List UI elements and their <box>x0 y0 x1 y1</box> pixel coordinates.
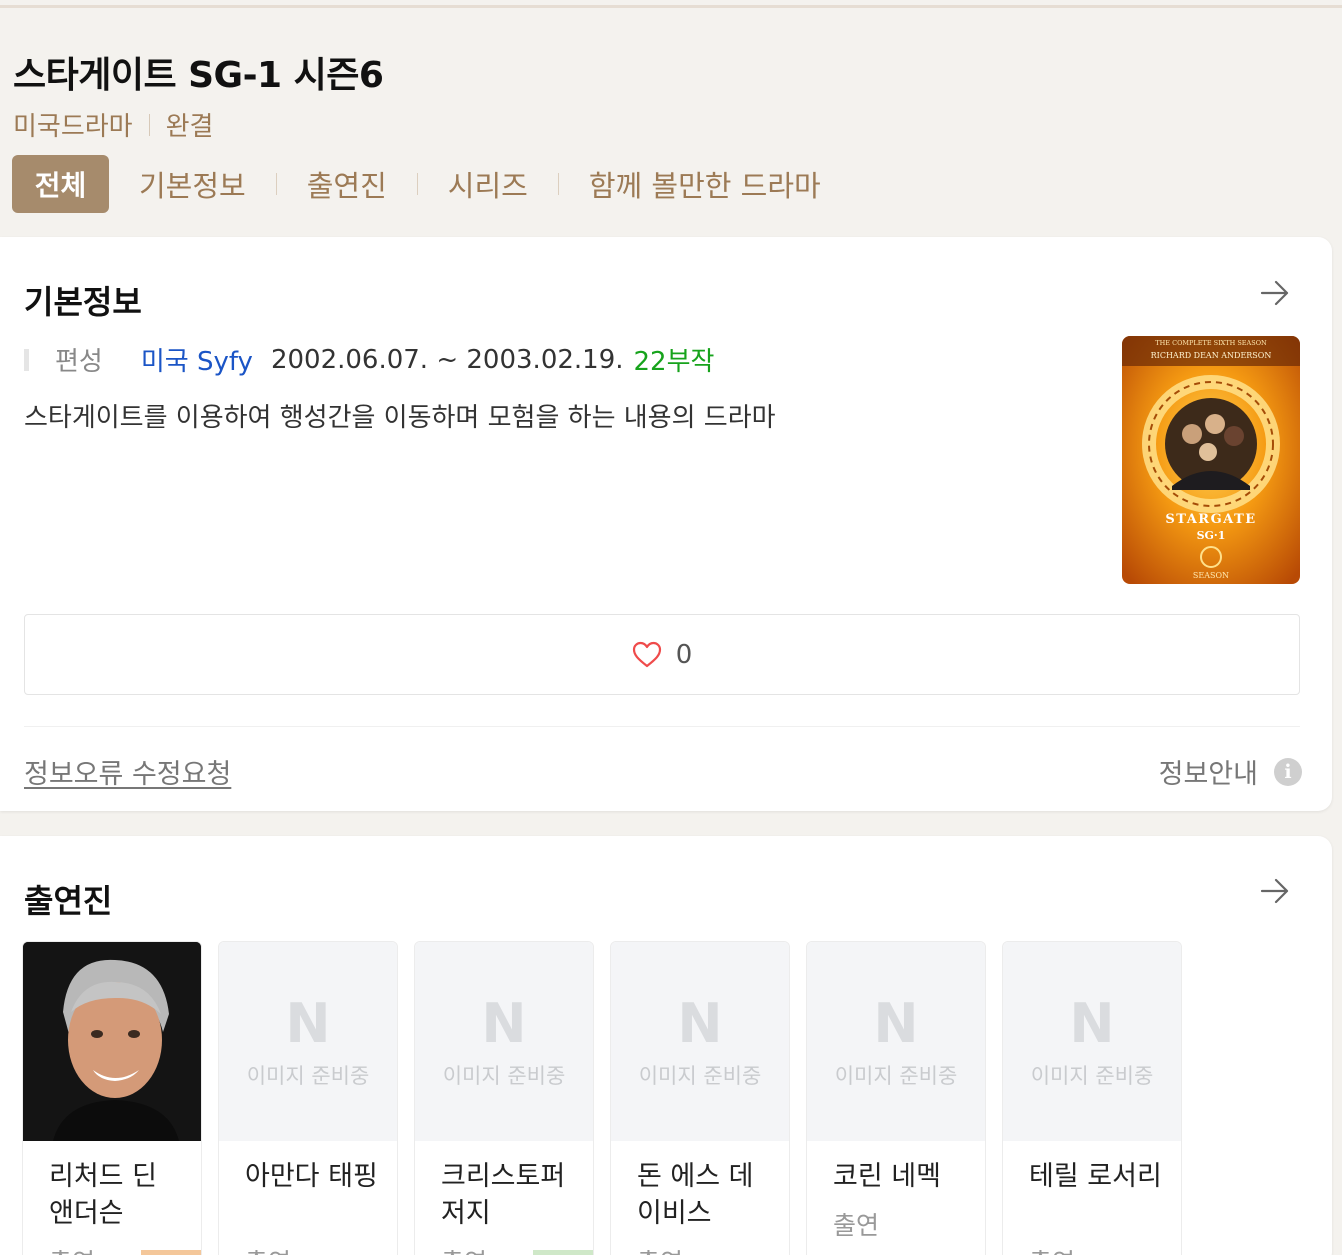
cast-accent-bar <box>141 1250 201 1255</box>
like-count: 0 <box>675 639 693 670</box>
basic-info-title: 기본정보 <box>24 283 142 321</box>
image-preparing-text: 이미지 준비중 <box>1030 1064 1154 1088</box>
schedule-bar <box>24 348 29 371</box>
info-icon: i <box>1274 757 1302 786</box>
top-border <box>0 5 1342 8</box>
poster-bottom-text: SEASON <box>1193 571 1229 580</box>
tab-cast[interactable]: 출연진 <box>307 163 387 205</box>
heart-icon <box>632 641 661 667</box>
sub-info-divider <box>148 113 150 136</box>
cast-name: 리처드 딘 앤더슨 <box>49 1161 157 1229</box>
cast-photo-placeholder: N 이미지 준비중 <box>807 942 985 1141</box>
genre-link[interactable]: 미국드라마 <box>13 106 133 143</box>
cast-photo <box>23 942 201 1141</box>
cast-photo-placeholder: N 이미지 준비중 <box>1003 942 1181 1141</box>
cast-role: 출연 <box>637 1243 683 1255</box>
cast-photo-placeholder: N 이미지 준비중 <box>415 942 593 1141</box>
cast-name: 아만다 태핑 <box>245 1161 378 1192</box>
cast-item[interactable]: N 이미지 준비중 코린 네멕 출연 <box>806 941 986 1255</box>
image-preparing-text: 이미지 준비중 <box>442 1064 566 1088</box>
cast-item[interactable]: N 이미지 준비중 크리스토퍼 저지 출연 <box>414 941 594 1255</box>
tab-divider <box>557 173 559 195</box>
cast-photo-placeholder: N 이미지 준비중 <box>611 942 789 1141</box>
image-preparing-text: 이미지 준비중 <box>834 1064 958 1088</box>
like-button[interactable]: 0 <box>24 614 1300 695</box>
cast-name: 크리스토퍼 저지 <box>441 1161 566 1229</box>
broadcast-period: 2002.06.07. ~ 2003.02.19. <box>270 344 624 375</box>
tab-divider <box>275 173 277 195</box>
cast-name: 테릴 로서리 <box>1029 1161 1162 1192</box>
cast-role: 출연 <box>49 1243 95 1255</box>
cast-role: 출연 <box>1029 1243 1075 1255</box>
cast-name: 돈 에스 데이비스 <box>637 1161 754 1229</box>
drama-description: 스타게이트를 이용하여 행성간을 이동하며 모험을 하는 내용의 드라마 <box>24 403 776 433</box>
poster-logo: STARGATE <box>1165 512 1256 527</box>
image-preparing-text: 이미지 준비중 <box>246 1064 370 1088</box>
tab-basic-info[interactable]: 기본정보 <box>139 163 246 205</box>
info-guide-label: 정보안내 <box>1158 759 1258 790</box>
naver-logo-icon: N <box>481 992 527 1055</box>
cast-role: 출연 <box>245 1243 291 1255</box>
drama-poster[interactable]: THE COMPLETE SIXTH SEASON RICHARD DEAN A… <box>1122 336 1300 584</box>
page-title: 스타게이트 SG-1 시즌6 <box>13 55 384 96</box>
basic-info-card: 기본정보 편성 미국 Syfy 2002.06.07. ~ 2003.02.19… <box>0 237 1332 811</box>
sub-info: 미국드라마 완결 <box>13 106 213 143</box>
tab-bar: 전체 기본정보 출연진 시리즈 함께 볼만한 드라마 <box>12 155 821 213</box>
tab-all[interactable]: 전체 <box>12 155 109 213</box>
naver-logo-icon: N <box>677 992 723 1055</box>
cast-list: 리처드 딘 앤더슨 출연 N 이미지 준비중 아만다 태핑 출연 N 이미지 준… <box>22 941 1198 1255</box>
channel-link[interactable]: 미국 Syfy <box>141 341 253 378</box>
cast-role: 출연 <box>441 1243 487 1255</box>
info-divider <box>24 726 1300 727</box>
cast-item[interactable]: 리처드 딘 앤더슨 출연 <box>22 941 202 1255</box>
cast-photo-placeholder: N 이미지 준비중 <box>219 942 397 1141</box>
cast-accent-bar <box>533 1250 593 1255</box>
arrow-right-icon[interactable] <box>1260 280 1290 306</box>
schedule-label: 편성 <box>55 347 103 377</box>
image-preparing-text: 이미지 준비중 <box>638 1064 762 1088</box>
tab-divider <box>416 173 418 195</box>
cast-name: 코린 네멕 <box>833 1161 941 1192</box>
poster-actor-text: RICHARD DEAN ANDERSON <box>1151 351 1272 360</box>
tab-recommended[interactable]: 함께 볼만한 드라마 <box>589 163 821 205</box>
info-guide-button[interactable]: 정보안내 i <box>1159 752 1302 791</box>
cast-item[interactable]: N 이미지 준비중 아만다 태핑 출연 <box>218 941 398 1255</box>
schedule-row: 편성 미국 Syfy 2002.06.07. ~ 2003.02.19. 22부… <box>24 341 714 378</box>
episode-count: 22부작 <box>633 347 715 377</box>
naver-logo-icon: N <box>285 992 331 1055</box>
arrow-right-icon[interactable] <box>1260 878 1290 904</box>
cast-item[interactable]: N 이미지 준비중 테릴 로서리 출연 <box>1002 941 1182 1255</box>
cast-title: 출연진 <box>24 882 113 920</box>
report-error-link[interactable]: 정보오류 수정요청 <box>24 752 231 791</box>
broadcast-status: 완결 <box>165 112 214 142</box>
naver-logo-icon: N <box>873 992 919 1055</box>
poster-logo-sub: SG·1 <box>1197 529 1226 542</box>
cast-role: 출연 <box>833 1211 880 1240</box>
poster-top-text: THE COMPLETE SIXTH SEASON <box>1155 339 1267 347</box>
tab-series[interactable]: 시리즈 <box>448 163 528 205</box>
naver-logo-icon: N <box>1069 992 1115 1055</box>
cast-card: 출연진 리처드 딘 앤더슨 출연 <box>0 836 1332 1255</box>
cast-item[interactable]: N 이미지 준비중 돈 에스 데이비스 출연 <box>610 941 790 1255</box>
